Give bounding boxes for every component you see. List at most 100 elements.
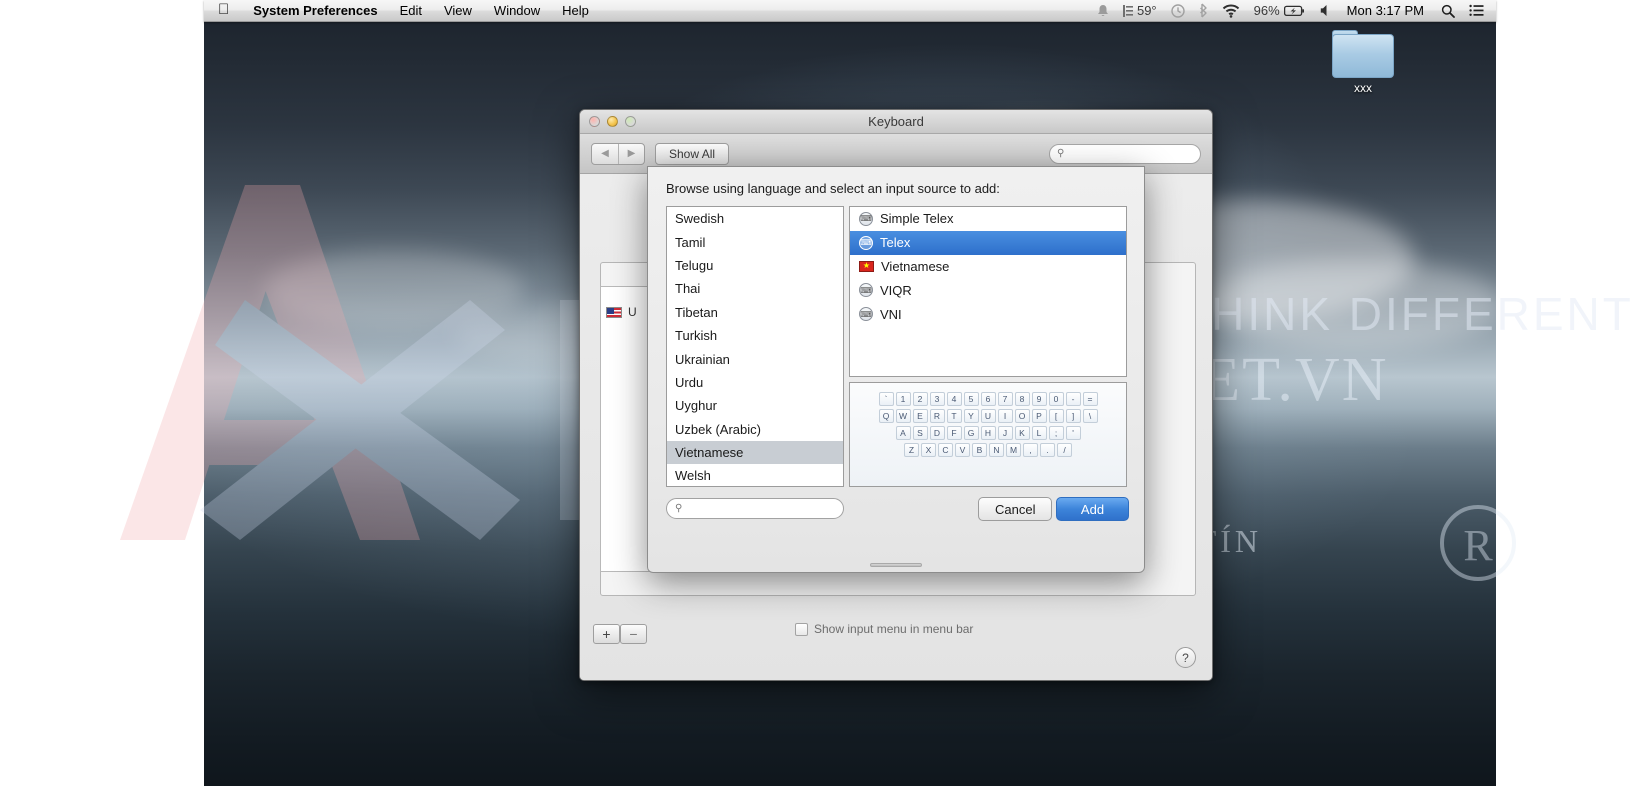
language-label: Turkish: [675, 328, 718, 344]
keyboard-key: .: [1040, 443, 1055, 457]
menu-bar[interactable]:  System Preferences Edit View Window He…: [204, 0, 1496, 22]
keyboard-key: K: [1014, 426, 1030, 440]
input-source-list-item[interactable]: ★ Vietnamese: [850, 255, 1126, 279]
nav-segmented-control[interactable]: ◀ ▶: [591, 142, 645, 165]
sheet-search-field[interactable]: ⚲: [666, 498, 844, 519]
add-input-source-sheet[interactable]: Browse using language and select an inpu…: [647, 166, 1145, 573]
input-source-row-us[interactable]: U: [606, 305, 637, 319]
window-titlebar[interactable]: Keyboard: [580, 110, 1212, 134]
keyboard-key: S: [912, 426, 928, 440]
desktop-folder-item[interactable]: xxx: [1332, 30, 1394, 95]
keyboard-key: F: [946, 426, 962, 440]
folder-icon[interactable]: [1332, 30, 1394, 78]
language-label: Thai: [675, 281, 701, 297]
keyboard-key: 6: [980, 392, 996, 406]
keyboard-key: L: [1031, 426, 1047, 440]
keyboard-key: 8: [1014, 392, 1030, 406]
language-list-item[interactable]: Vietnamese: [667, 440, 843, 465]
sheet-resize-grabber[interactable]: [870, 563, 922, 567]
language-list-item[interactable]: Uyghur: [667, 394, 843, 417]
keyboard-preview-row: Z X C V B N M,. /: [850, 443, 1126, 457]
weather-icon: [1122, 4, 1133, 17]
keyboard-key: B: [972, 443, 987, 457]
input-source-label: Simple Telex: [880, 211, 954, 227]
menu-item-system-preferences[interactable]: System Preferences: [242, 3, 388, 18]
language-label: Ukrainian: [675, 351, 730, 367]
input-source-list-item[interactable]: ⌨ Simple Telex: [850, 207, 1126, 231]
language-list-item[interactable]: Uzbek (Arabic): [667, 418, 843, 441]
remove-input-source-button[interactable]: −: [620, 624, 647, 644]
notification-center-icon[interactable]: [1462, 4, 1496, 17]
keyboard-key: Z: [904, 443, 919, 457]
keyboard-key: N: [989, 443, 1004, 457]
menubar-clock[interactable]: Mon 3:17 PM: [1339, 3, 1434, 18]
language-list-item[interactable]: Urdu: [667, 371, 843, 394]
us-flag-icon: [606, 306, 622, 318]
input-source-list-item[interactable]: ⌨ VNI: [850, 302, 1126, 326]
keyboard-key: 3: [929, 392, 945, 406]
show-input-menu-checkbox-row[interactable]: Show input menu in menu bar: [795, 622, 973, 636]
input-source-list-item[interactable]: ⌨ Telex: [850, 230, 1126, 255]
volume-icon[interactable]: [1313, 4, 1339, 17]
language-label: Swedish: [675, 211, 725, 227]
keyboard-key: `: [878, 392, 894, 406]
menu-item-view[interactable]: View: [433, 3, 483, 18]
keyboard-key: E: [912, 409, 928, 423]
weather-status[interactable]: 59°: [1116, 3, 1164, 18]
search-input[interactable]: [1068, 147, 1193, 160]
keyboard-key: R: [929, 409, 945, 423]
toolbar-search-field[interactable]: ⚲: [1049, 143, 1201, 164]
language-label: Uzbek (Arabic): [675, 421, 761, 437]
menu-item-window[interactable]: Window: [483, 3, 551, 18]
folder-label: xxx: [1354, 81, 1372, 95]
bluetooth-icon[interactable]: [1192, 3, 1215, 18]
keyboard-key: M: [1006, 443, 1021, 457]
volume-icon-glyph: [1320, 5, 1327, 16]
back-button[interactable]: ◀: [592, 144, 618, 164]
keyboard-key: A: [895, 426, 911, 440]
language-list-item[interactable]: Welsh: [667, 464, 843, 486]
language-list-item[interactable]: Turkish: [667, 324, 843, 347]
battery-status[interactable]: 96%: [1247, 3, 1313, 18]
keyboard-key: [: [1048, 409, 1064, 423]
sheet-title: Browse using language and select an inpu…: [666, 181, 1000, 196]
language-list-item[interactable]: Tibetan: [667, 301, 843, 324]
input-source-list-item[interactable]: ⌨ VIQR: [850, 278, 1126, 302]
bell-icon[interactable]: [1090, 4, 1116, 18]
time-machine-icon[interactable]: [1164, 3, 1192, 18]
add-button[interactable]: Add: [1056, 497, 1129, 521]
battery-percent-label: 96%: [1253, 3, 1280, 18]
cancel-button[interactable]: Cancel: [978, 497, 1053, 521]
language-label: Urdu: [675, 374, 704, 390]
language-list-item[interactable]: Swedish: [667, 207, 843, 230]
show-all-button[interactable]: Show All: [655, 142, 730, 165]
input-source-label: Vietnamese: [881, 258, 950, 274]
language-list-item[interactable]: Telugu: [667, 254, 843, 277]
list-icon: [1469, 4, 1484, 16]
keyboard-key: Y: [963, 409, 979, 423]
language-list-item[interactable]: Ukrainian: [667, 347, 843, 370]
forward-button[interactable]: ▶: [618, 143, 644, 164]
keyboard-key: =: [1082, 392, 1098, 406]
language-list-item[interactable]: Tamil: [667, 230, 843, 253]
language-list-item[interactable]: Thai: [667, 277, 843, 300]
input-source-icon: ⌨: [859, 235, 873, 250]
apple-menu-icon[interactable]: : [218, 2, 229, 17]
keyboard-key: 0: [1048, 392, 1064, 406]
keyboard-key: 1: [895, 392, 911, 406]
sheet-search-input[interactable]: [687, 501, 835, 516]
spotlight-search-icon[interactable]: [1434, 4, 1462, 18]
show-input-menu-label: Show input menu in menu bar: [814, 622, 974, 636]
add-input-source-button[interactable]: +: [593, 624, 620, 644]
show-input-menu-checkbox[interactable]: [795, 622, 808, 636]
wifi-icon[interactable]: [1215, 4, 1247, 18]
input-source-list[interactable]: ⌨ Simple Telex ⌨ Telex ★ Vietnamese ⌨ VIQR ⌨ VNI: [849, 206, 1127, 377]
keyboard-preview: ` 1 2 3 4 5 6 7 8 9 0- = Q W E R T Y U I O P[] \ A S D F G H J K L; ' Z X C…: [849, 382, 1127, 487]
language-list[interactable]: Swedish Tamil Telugu Thai Tibetan Turkish Ukra…: [666, 206, 844, 487]
input-source-icon: ⌨: [859, 307, 873, 322]
help-button[interactable]: ?: [1175, 647, 1196, 668]
keyboard-key: ,: [1023, 443, 1038, 457]
menu-item-help[interactable]: Help: [551, 3, 600, 18]
menu-item-edit[interactable]: Edit: [389, 3, 433, 18]
keyboard-preview-row: A S D F G H J K L; ': [850, 426, 1126, 440]
